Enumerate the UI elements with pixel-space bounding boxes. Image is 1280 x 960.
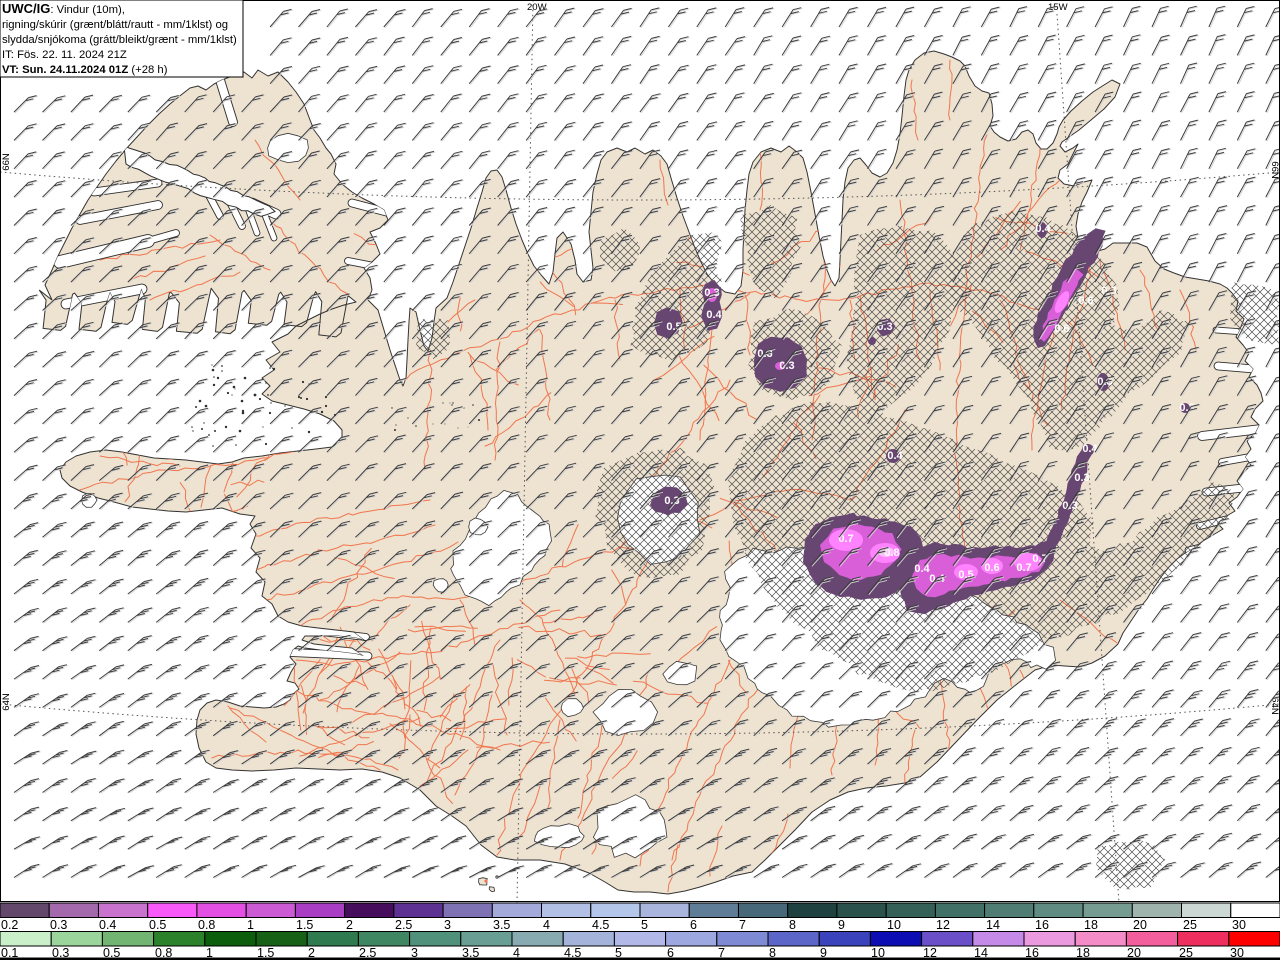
- svg-text:0.4: 0.4: [706, 309, 722, 321]
- svg-text:4.5: 4.5: [592, 918, 609, 932]
- svg-text:1.5: 1.5: [296, 918, 313, 932]
- svg-text:3.5: 3.5: [493, 918, 510, 932]
- svg-text:slydda/snjókoma (grátt/bleikt/: slydda/snjókoma (grátt/bleikt/grænt - mm…: [2, 34, 237, 46]
- svg-text:0.6: 0.6: [1078, 295, 1093, 307]
- svg-text:6: 6: [690, 918, 697, 932]
- svg-text:64N: 64N: [1, 693, 12, 711]
- svg-text:0.7: 0.7: [1016, 562, 1031, 574]
- svg-text:12: 12: [936, 918, 950, 932]
- svg-text:0.6: 0.6: [1054, 323, 1069, 335]
- svg-text:0.4: 0.4: [99, 918, 116, 932]
- svg-text:16: 16: [1035, 918, 1049, 932]
- svg-text:9: 9: [838, 918, 845, 932]
- svg-text:0.6: 0.6: [984, 562, 999, 574]
- svg-text:0.4: 0.4: [887, 450, 903, 462]
- svg-text:20W: 20W: [527, 2, 547, 13]
- svg-text:7: 7: [739, 918, 746, 932]
- svg-text:30: 30: [1232, 918, 1246, 932]
- svg-text:0.2: 0.2: [1, 918, 18, 932]
- svg-text:18: 18: [1084, 918, 1098, 932]
- svg-text:25: 25: [1183, 918, 1197, 932]
- svg-text:66N: 66N: [1269, 161, 1280, 179]
- svg-text:IT: Fös. 22. 11. 2024 21Z: IT: Fös. 22. 11. 2024 21Z: [2, 49, 127, 61]
- svg-text:66N: 66N: [1, 153, 12, 171]
- svg-text:2: 2: [346, 918, 353, 932]
- svg-text:0.3: 0.3: [1074, 472, 1089, 484]
- svg-text:64N: 64N: [1269, 697, 1280, 715]
- svg-text:0.3: 0.3: [779, 360, 794, 372]
- svg-text:3: 3: [444, 918, 451, 932]
- svg-text:8: 8: [789, 918, 796, 932]
- svg-text:VT: Sun. 24.11.2024 01Z (+28 h: VT: Sun. 24.11.2024 01Z (+28 h): [2, 64, 168, 76]
- svg-text:0.4: 0.4: [1035, 223, 1051, 235]
- svg-text:0.8: 0.8: [198, 918, 215, 932]
- svg-text:20: 20: [1133, 918, 1147, 932]
- svg-text:10: 10: [887, 918, 901, 932]
- svg-text:0.3: 0.3: [50, 918, 67, 932]
- svg-text:UWC/IG: Vindur (10m),: UWC/IG: Vindur (10m),: [2, 1, 125, 16]
- svg-text:0.4: 0.4: [1082, 443, 1098, 455]
- svg-text:0.4: 0.4: [914, 563, 930, 575]
- svg-text:1: 1: [247, 918, 254, 932]
- svg-text:4: 4: [543, 918, 550, 932]
- svg-text:rigning/skúrir (grænt/blátt/ra: rigning/skúrir (grænt/blátt/rautt - mm/1…: [2, 19, 228, 31]
- svg-text:14: 14: [986, 918, 1000, 932]
- svg-text:0.5: 0.5: [149, 918, 166, 932]
- svg-text:5: 5: [641, 918, 648, 932]
- svg-text:2.5: 2.5: [395, 918, 412, 932]
